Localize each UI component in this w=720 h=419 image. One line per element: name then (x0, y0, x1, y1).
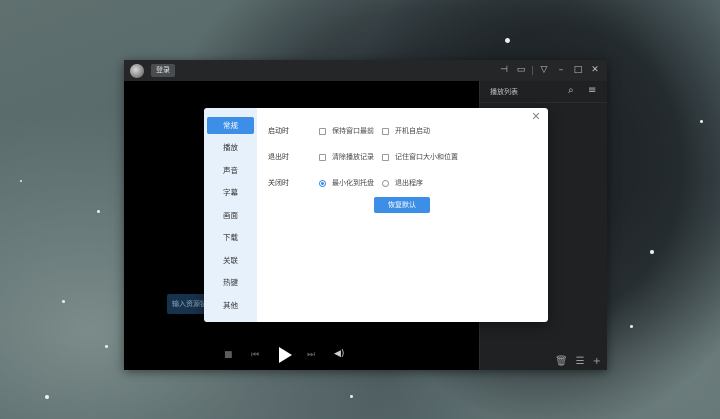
nav-item-hotkeys[interactable]: 热键 (207, 274, 254, 291)
trash-icon[interactable]: 🗑 (555, 356, 568, 367)
nav-item-association[interactable]: 关联 (207, 252, 254, 269)
settings-nav: 常规 播放 声音 字幕 画面 下载 关联 热键 其他 (204, 108, 257, 322)
app-logo-icon (130, 63, 144, 78)
volume-icon[interactable]: ◀) (334, 349, 344, 359)
play-icon[interactable] (279, 347, 292, 363)
checkbox[interactable] (382, 127, 389, 135)
nav-item-audio[interactable]: 声音 (207, 162, 254, 179)
playback-controls: ■ ⏮ ⏭ ◀) (124, 340, 479, 370)
autostart-checkbox[interactable]: 开机自启动 (382, 126, 430, 136)
nav-item-download[interactable]: 下载 (207, 229, 254, 246)
restore-defaults-button[interactable]: 恢复默认 (374, 197, 430, 213)
playlist-footer: 🗑 ☰ + (555, 356, 601, 367)
title-bar[interactable]: 登录 ⊣ ▭ ▽ – □ ✕ (124, 60, 607, 81)
keep-on-top-checkbox[interactable]: 保持窗口最前 (319, 126, 374, 136)
skin-icon[interactable]: ▽ (538, 64, 550, 76)
list-add-icon[interactable]: ☰ (576, 356, 585, 367)
remember-window-checkbox[interactable]: 记住窗口大小和位置 (382, 152, 458, 162)
login-button[interactable]: 登录 (151, 64, 175, 77)
nav-item-playback[interactable]: 播放 (207, 139, 254, 156)
checkbox[interactable] (319, 153, 326, 161)
option-label: 清除播放记录 (332, 153, 374, 161)
minimize-icon[interactable]: – (555, 64, 567, 76)
next-icon[interactable]: ⏭ (307, 350, 315, 360)
divider (532, 65, 533, 75)
nav-item-general[interactable]: 常规 (207, 117, 254, 134)
plus-icon[interactable]: + (593, 356, 601, 367)
checkbox[interactable] (382, 153, 389, 161)
option-label: 记住窗口大小和位置 (395, 153, 458, 161)
nav-item-other[interactable]: 其他 (207, 297, 254, 314)
minimize-to-tray-radio[interactable]: 最小化到托盘 (319, 178, 374, 188)
option-label: 退出程序 (395, 179, 423, 187)
exit-program-radio[interactable]: 退出程序 (382, 178, 423, 188)
folder-icon[interactable]: ▭ (515, 64, 527, 76)
search-icon[interactable]: ⌕ (568, 85, 574, 96)
nav-item-subtitle[interactable]: 字幕 (207, 184, 254, 201)
nav-item-picture[interactable]: 画面 (207, 207, 254, 224)
exit-label: 退出时 (268, 153, 289, 161)
pin-icon[interactable]: ⊣ (498, 64, 510, 76)
stop-icon[interactable]: ■ (224, 350, 233, 360)
option-label: 保持窗口最前 (332, 127, 374, 135)
checkbox[interactable] (319, 127, 326, 135)
startup-label: 启动时 (268, 127, 289, 135)
clear-history-checkbox[interactable]: 清除播放记录 (319, 152, 374, 162)
playlist-title: 播放列表 (490, 88, 518, 96)
close-icon[interactable]: ✕ (589, 64, 601, 76)
option-label: 开机自启动 (395, 127, 430, 135)
settings-dialog: ✕ 常规 播放 声音 字幕 画面 下载 关联 热键 其他 启动时 保持窗口最前 … (204, 108, 548, 322)
close-icon[interactable]: ✕ (530, 111, 542, 123)
url-input[interactable]: 输入资源链接 (167, 294, 207, 314)
menu-icon[interactable]: ≡ (588, 85, 596, 96)
radio-button[interactable] (319, 179, 326, 187)
previous-icon[interactable]: ⏮ (251, 350, 259, 360)
playlist-header: 播放列表 ⌕ ≡ (480, 81, 607, 103)
maximize-icon[interactable]: □ (572, 64, 584, 76)
option-label: 最小化到托盘 (332, 179, 374, 187)
close-label: 关闭时 (268, 179, 289, 187)
radio-button[interactable] (382, 179, 389, 187)
